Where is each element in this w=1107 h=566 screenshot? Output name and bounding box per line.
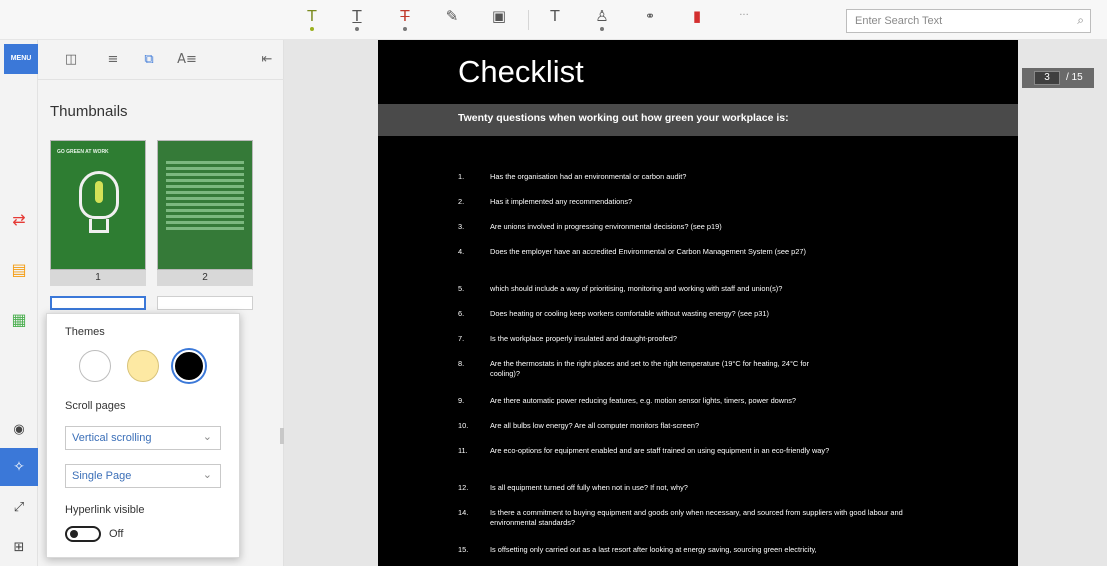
tab-thumbnails-icon[interactable]: ⧉	[138, 50, 160, 70]
scroll-mode-select[interactable]: Vertical scrolling ⌄	[65, 426, 221, 450]
resize-icon[interactable]: ⤢	[8, 496, 30, 518]
total-pages: / 15	[1066, 72, 1083, 83]
toggle-state-text: Off	[109, 528, 124, 540]
tab-annotations-icon[interactable]: A≡	[176, 50, 198, 70]
page-title: Checklist	[458, 54, 584, 89]
pen-icon[interactable]: ✎	[440, 7, 464, 33]
search-icon[interactable]: ⌕	[1077, 13, 1084, 28]
thumbnail-page-2[interactable]	[157, 140, 253, 270]
top-toolbar: T T T ✎ ▣ T ♙ ⚭ ▮ ··· ⌕	[0, 0, 1107, 40]
more-icon[interactable]: ···	[732, 7, 756, 33]
page-indicator: 3 / 15	[1022, 68, 1094, 88]
tab-list-icon[interactable]: ≡	[102, 50, 124, 70]
thumbnail-label-1: 1	[50, 270, 146, 286]
settings-active-icon[interactable]: ✧	[0, 448, 38, 486]
image-icon[interactable]: ▣	[487, 7, 511, 33]
grid-icon[interactable]: ⊞	[8, 536, 30, 558]
left-rail: MENU ⇄ ▤ ▦ ◉ ✧ ⤢ ⊞	[0, 40, 38, 566]
subtitle-band: Twenty questions when working out how gr…	[378, 104, 1018, 136]
hyperlink-visible-label: Hyperlink visible	[65, 504, 145, 516]
stamp-icon[interactable]: ♙	[590, 7, 614, 33]
thumbnail-page-3[interactable]	[50, 296, 146, 310]
hyperlink-toggle[interactable]	[65, 526, 101, 542]
document-viewport[interactable]: Checklist Twenty questions when working …	[284, 40, 1107, 566]
sync-icon[interactable]: ⇄	[8, 208, 30, 230]
underline-text-icon[interactable]: T	[345, 7, 369, 33]
toolbar-divider	[528, 10, 529, 30]
link-icon[interactable]: ⚭	[638, 7, 662, 33]
display-settings-popup: Themes Scroll pages Vertical scrolling ⌄…	[46, 313, 240, 558]
eye-icon[interactable]: ◉	[8, 418, 30, 440]
collapse-panel-icon[interactable]: ⇤	[256, 50, 278, 70]
panel-title: Thumbnails	[50, 103, 128, 120]
page-subtitle: Twenty questions when working out how gr…	[458, 112, 789, 124]
search-input[interactable]	[855, 15, 1055, 27]
page-layout-select[interactable]: Single Page ⌄	[65, 464, 221, 488]
theme-black-swatch[interactable]	[173, 350, 205, 382]
theme-white-swatch[interactable]	[79, 350, 111, 382]
theme-sepia-swatch[interactable]	[127, 350, 159, 382]
clipboard-icon[interactable]: ▦	[8, 308, 30, 330]
themes-label: Themes	[65, 326, 105, 338]
chevron-down-icon: ⌄	[202, 468, 212, 481]
thumbnail-page-4[interactable]	[157, 296, 253, 310]
chevron-down-icon: ⌄	[202, 430, 212, 443]
menu-button[interactable]: MENU	[4, 44, 38, 74]
thumbnail-page-1[interactable]: GO GREEN AT WORK	[50, 140, 146, 270]
leaf-graphic	[95, 181, 103, 203]
print-icon[interactable]: ▤	[8, 258, 30, 280]
tab-book-icon[interactable]: ◫	[60, 50, 82, 70]
document-page: Checklist Twenty questions when working …	[378, 40, 1018, 566]
search-box[interactable]: ⌕	[846, 9, 1091, 33]
bookmark-icon[interactable]: ▮	[685, 7, 709, 33]
highlight-text-icon[interactable]: T	[300, 7, 324, 33]
panel-tabs: ◫ ≡ ⧉ A≡ ⇤	[38, 40, 284, 80]
scroll-pages-label: Scroll pages	[65, 400, 126, 412]
current-page-input[interactable]: 3	[1034, 71, 1060, 85]
text-tool-icon[interactable]: T	[543, 7, 567, 33]
thumbnail-label-2: 2	[157, 270, 253, 286]
strikethrough-text-icon[interactable]: T	[393, 7, 417, 33]
